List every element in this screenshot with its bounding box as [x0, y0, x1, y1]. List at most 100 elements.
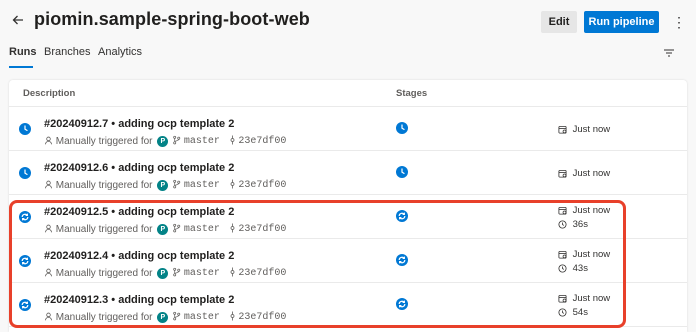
person-icon: [44, 136, 53, 148]
commit-icon: [229, 267, 236, 280]
avatar: P: [157, 180, 169, 191]
commit-icon: [229, 135, 236, 148]
run-when: Just now: [572, 293, 611, 304]
avatar: P: [157, 312, 169, 323]
run-time: Just now: [558, 124, 610, 135]
tab-analytics[interactable]: Analytics: [98, 46, 142, 58]
branch-icon: [172, 223, 181, 236]
tab-bar: Runs Branches Analytics: [0, 44, 696, 68]
run-meta: Manually triggered for P master 23e7df00: [44, 311, 286, 323]
stage-status-icon[interactable]: [396, 122, 408, 134]
commit-hash[interactable]: 23e7df00: [238, 180, 286, 191]
run-time: Just now: [558, 293, 610, 304]
trigger-text: Manually triggered for: [55, 136, 153, 147]
person-icon: [44, 224, 53, 236]
commit-hash[interactable]: 23e7df00: [238, 268, 286, 279]
running-status-icon: [19, 299, 31, 311]
stage-status-icon[interactable]: [396, 166, 408, 178]
running-status-icon: [19, 211, 31, 223]
tab-runs[interactable]: Runs: [9, 46, 37, 58]
run-time: Just now: [558, 205, 610, 216]
table-row[interactable]: #20240912.3 • adding ocp template 2 Manu…: [9, 283, 687, 327]
tab-branches[interactable]: Branches: [44, 46, 90, 58]
table-row[interactable]: #20240912.6 • adding ocp template 2 Manu…: [9, 151, 687, 195]
run-meta: Manually triggered for P master 23e7df00: [44, 267, 286, 279]
trigger-text: Manually triggered for: [55, 312, 153, 323]
branch-icon: [172, 267, 181, 280]
table-row[interactable]: #20240912.7 • adding ocp template 2 Manu…: [9, 107, 687, 151]
stage-status-icon[interactable]: [396, 298, 408, 310]
run-title[interactable]: #20240912.4 • adding ocp template 2: [44, 250, 234, 262]
edit-button[interactable]: Edit: [541, 11, 577, 33]
run-duration: 36s: [558, 219, 588, 230]
person-icon: [44, 312, 53, 324]
column-header-stages: Stages: [396, 88, 428, 99]
branch-name[interactable]: master: [184, 268, 220, 279]
trigger-text: Manually triggered for: [55, 180, 153, 191]
queued-status-icon: [19, 123, 31, 135]
run-title[interactable]: #20240912.3 • adding ocp template 2: [44, 294, 234, 306]
table-row[interactable]: #20240912.4 • adding ocp template 2 Manu…: [9, 239, 687, 283]
person-icon: [44, 180, 53, 192]
branch-icon: [172, 179, 181, 192]
queued-status-icon: [19, 167, 31, 179]
stage-status-icon[interactable]: [396, 210, 408, 222]
run-when: Just now: [572, 124, 611, 135]
calendar-icon: [558, 125, 567, 134]
run-when: Just now: [572, 205, 611, 216]
table-row[interactable]: #20240912.5 • adding ocp template 2 Manu…: [9, 195, 687, 239]
column-header-description: Description: [23, 88, 76, 99]
avatar: P: [157, 268, 169, 279]
clock-icon: [558, 220, 567, 229]
duration-value: 54s: [572, 307, 588, 318]
run-time: Just now: [558, 249, 610, 260]
commit-hash[interactable]: 23e7df00: [238, 136, 286, 147]
branch-name[interactable]: master: [184, 224, 220, 235]
trigger-text: Manually triggered for: [55, 268, 153, 279]
commit-hash[interactable]: 23e7df00: [238, 312, 286, 323]
calendar-icon: [558, 169, 567, 178]
stage-status-icon[interactable]: [396, 254, 408, 266]
row-divider: [9, 326, 687, 327]
clock-icon: [558, 308, 567, 317]
run-meta: Manually triggered for P master 23e7df00: [44, 135, 286, 147]
running-status-icon: [19, 255, 31, 267]
run-meta: Manually triggered for P master 23e7df00: [44, 179, 286, 191]
commit-icon: [229, 223, 236, 236]
run-when: Just now: [572, 168, 611, 179]
avatar: P: [157, 136, 169, 147]
more-options-icon[interactable]: ⋮: [672, 12, 686, 32]
branch-name[interactable]: master: [184, 180, 220, 191]
run-title[interactable]: #20240912.6 • adding ocp template 2: [44, 162, 234, 174]
run-title[interactable]: #20240912.5 • adding ocp template 2: [44, 206, 234, 218]
branch-icon: [172, 311, 181, 324]
person-icon: [44, 268, 53, 280]
run-duration: 54s: [558, 307, 588, 318]
commit-hash[interactable]: 23e7df00: [238, 224, 286, 235]
commit-icon: [229, 179, 236, 192]
runs-table: Description Stages #20240912.7 • adding …: [9, 80, 687, 332]
active-tab-indicator: [9, 66, 33, 68]
branch-icon: [172, 135, 181, 148]
duration-value: 36s: [572, 219, 588, 230]
clock-icon: [558, 264, 567, 273]
duration-value: 43s: [572, 263, 588, 274]
branch-name[interactable]: master: [184, 136, 220, 147]
page-header: piomin.sample-spring-boot-web Edit Run p…: [0, 0, 696, 44]
trigger-text: Manually triggered for: [55, 224, 153, 235]
calendar-icon: [558, 250, 567, 259]
run-when: Just now: [572, 249, 611, 260]
branch-name[interactable]: master: [184, 312, 220, 323]
run-title[interactable]: #20240912.7 • adding ocp template 2: [44, 118, 234, 130]
commit-icon: [229, 311, 236, 324]
back-arrow-icon[interactable]: [10, 12, 26, 28]
run-duration: 43s: [558, 263, 588, 274]
pipeline-title: piomin.sample-spring-boot-web: [34, 9, 310, 29]
run-pipeline-button[interactable]: Run pipeline: [584, 11, 659, 33]
calendar-icon: [558, 206, 567, 215]
run-meta: Manually triggered for P master 23e7df00: [44, 223, 286, 235]
filter-icon[interactable]: [662, 46, 676, 60]
calendar-icon: [558, 294, 567, 303]
run-time: Just now: [558, 168, 610, 179]
avatar: P: [157, 224, 169, 235]
